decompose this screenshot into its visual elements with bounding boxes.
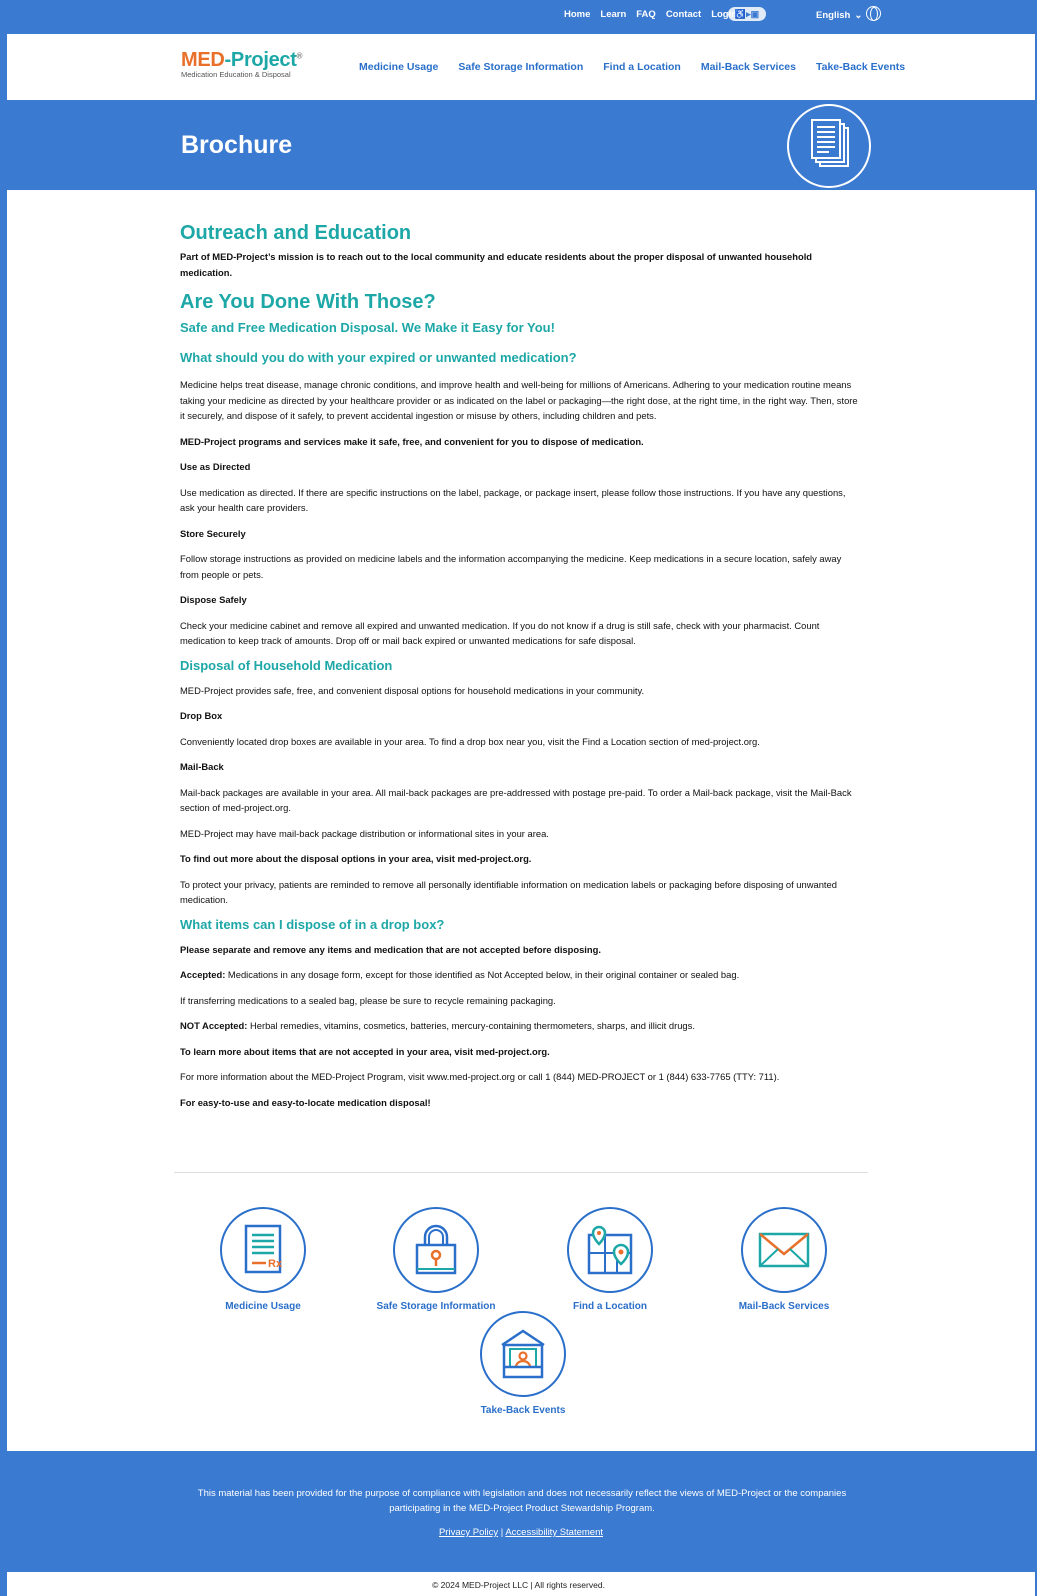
paragraph-transfer: If transferring medications to a sealed …: [180, 994, 556, 1006]
nav-medicine-usage[interactable]: Medicine Usage: [359, 61, 438, 73]
intro-text: Part of MED-Project’s mission is to reac…: [180, 251, 813, 278]
accepted-label: Accepted:: [180, 969, 226, 980]
logo-tagline: Medication Education & Disposal: [181, 70, 291, 79]
paragraph-household: MED-Project provides safe, free, and con…: [180, 684, 645, 696]
paragraph-learnmore: To learn more about items that are not a…: [180, 1045, 550, 1057]
paragraph-use: Use medication as directed. If there are…: [180, 486, 846, 514]
heading-household: Disposal of Household Medication: [180, 657, 393, 673]
subheading-use: Use as Directed: [180, 461, 251, 472]
documents-icon: [787, 104, 871, 188]
contrast-icon: ▣: [750, 8, 760, 19]
main-content: Outreach and Education Part of MED-Proje…: [180, 221, 860, 1110]
heading-items: What items can I dispose of in a drop bo…: [180, 916, 445, 932]
paragraph-separate: Please separate and remove any items and…: [180, 943, 601, 955]
logo-project: -Project: [224, 49, 297, 71]
footer-links: Privacy Policy | Accessibility Statement: [7, 1525, 1035, 1540]
subheading-mailback: Mail-Back: [180, 761, 224, 772]
copyright: © 2024 MED-Project LLC | All rights rese…: [432, 1580, 605, 1590]
contact-link[interactable]: Contact: [666, 9, 701, 20]
utility-links: Home Learn FAQ Contact Login: [564, 9, 737, 20]
card-take-back[interactable]: Take-Back Events: [478, 1311, 568, 1416]
padlock-icon: [415, 1224, 457, 1275]
paragraph-dispose: Check your medicine cabinet and remove a…: [180, 619, 820, 647]
main-nav: Medicine Usage Safe Storage Information …: [359, 61, 905, 73]
paragraph-accepted: Accepted: Medications in any dosage form…: [180, 967, 860, 983]
prescription-icon: Rx: [244, 1224, 283, 1274]
accepted-text: Medications in any dosage form, except f…: [225, 969, 740, 980]
subheading-dispose: Dispose Safely: [180, 594, 247, 605]
page-hero: Brochure: [7, 100, 1035, 190]
section-divider: [174, 1172, 868, 1173]
paragraph-not-accepted: NOT Accepted: Herbal remedies, vitamins,…: [180, 1018, 860, 1034]
subheading-dropbox: Drop Box: [180, 710, 223, 721]
paragraph-findout: To find out more about the disposal opti…: [180, 853, 532, 864]
chevron-down-icon: ⌄: [854, 9, 863, 21]
card-label: Mail-Back Services: [738, 1301, 830, 1312]
registered-icon: ®: [296, 51, 303, 61]
card-label: Medicine Usage: [225, 1301, 301, 1312]
heading-outreach: Outreach and Education: [180, 222, 412, 244]
not-accepted-label: NOT Accepted:: [180, 1020, 248, 1031]
booth-icon: [501, 1329, 545, 1379]
paragraph-programs: MED-Project programs and services make i…: [180, 435, 644, 447]
wheelchair-icon: ♿: [734, 8, 747, 19]
globe-icon: [866, 6, 882, 21]
accessibility-toggle[interactable]: ♿ ▸ ▣: [728, 7, 766, 21]
nav-safe-storage[interactable]: Safe Storage Information: [458, 61, 583, 73]
language-label: English: [816, 9, 851, 21]
language-selector[interactable]: English ⌄: [816, 6, 882, 21]
heading-safe-free: Safe and Free Medication Disposal. We Ma…: [180, 320, 555, 335]
envelope-icon: [758, 1232, 810, 1268]
paragraph-easy: For easy-to-use and easy-to-locate medic…: [180, 1096, 431, 1108]
footer-disclaimer: This material has been provided for the …: [197, 1488, 847, 1514]
paragraph-distribution: MED-Project may have mail-back package d…: [180, 827, 549, 839]
card-find-location[interactable]: Find a Location: [565, 1207, 655, 1312]
paragraph-privacy: To protect your privacy, patients are re…: [180, 878, 837, 906]
paragraph-dropbox: Conveniently located drop boxes are avai…: [180, 735, 760, 747]
logo-med: MED: [181, 49, 225, 71]
nav-take-back[interactable]: Take-Back Events: [816, 61, 905, 73]
card-label: Take-Back Events: [480, 1405, 566, 1416]
card-safe-storage[interactable]: Safe Storage Information: [377, 1207, 495, 1312]
subheading-store: Store Securely: [180, 527, 246, 539]
page-title: Brochure: [181, 131, 293, 159]
footer-separator: |: [500, 1527, 504, 1538]
card-medicine-usage[interactable]: Rx Medicine Usage: [218, 1207, 308, 1312]
not-accepted-text: Herbal remedies, vitamins, cosmetics, ba…: [247, 1020, 695, 1031]
heading-what-should: What should you do with your expired or …: [180, 350, 577, 365]
logo[interactable]: MED-Project® Medication Education & Disp…: [181, 49, 303, 79]
svg-text:Rx: Rx: [268, 1258, 283, 1270]
nav-find-location[interactable]: Find a Location: [603, 61, 681, 73]
site-header: MED-Project® Medication Education & Disp…: [7, 34, 1035, 100]
learn-link[interactable]: Learn: [600, 9, 626, 20]
paragraph-moreinfo: For more information about the MED-Proje…: [180, 1071, 780, 1082]
heading-done: Are You Done With Those?: [180, 291, 436, 313]
paragraph-medicine: Medicine helps treat disease, manage chr…: [180, 379, 858, 421]
paragraph-store: Follow storage instructions as provided …: [180, 553, 842, 580]
nav-mail-back[interactable]: Mail-Back Services: [701, 61, 796, 73]
privacy-policy-link[interactable]: Privacy Policy: [439, 1527, 498, 1538]
home-link[interactable]: Home: [564, 9, 590, 20]
accessibility-statement-link[interactable]: Accessibility Statement: [505, 1527, 603, 1538]
map-pin-icon: [587, 1225, 633, 1275]
paragraph-mailback: Mail-back packages are available in your…: [180, 786, 852, 814]
site-footer: This material has been provided for the …: [7, 1451, 1035, 1572]
faq-link[interactable]: FAQ: [636, 9, 656, 20]
card-mail-back[interactable]: Mail-Back Services: [739, 1207, 829, 1312]
